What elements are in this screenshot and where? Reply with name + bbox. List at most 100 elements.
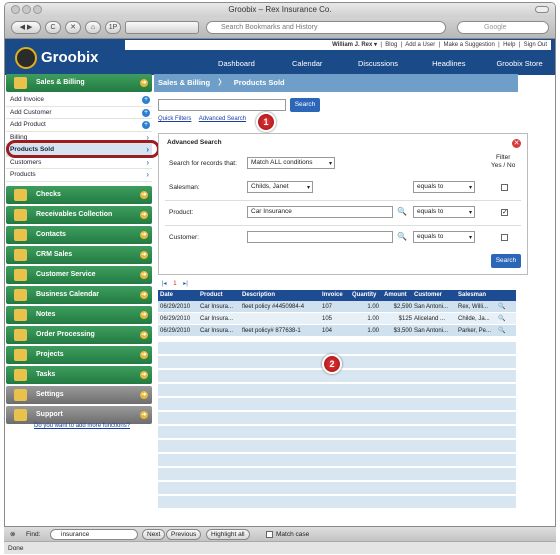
chevron-down-icon: ▾ bbox=[468, 185, 472, 191]
sidebar-projects[interactable]: Projects ➔ bbox=[6, 345, 152, 364]
user-menu[interactable]: William J. Rex ▾ bbox=[332, 42, 377, 48]
window-controls[interactable] bbox=[9, 5, 45, 15]
help-link[interactable]: Help bbox=[503, 42, 515, 48]
sign-out-link[interactable]: Sign Out bbox=[524, 42, 547, 48]
col-quantity[interactable]: Quantity bbox=[350, 290, 382, 301]
edit-icon[interactable]: 🔍 bbox=[496, 325, 506, 336]
col-customer[interactable]: Customer bbox=[412, 290, 456, 301]
nav-headlines[interactable]: Headlines bbox=[413, 53, 484, 75]
match-case-checkbox[interactable] bbox=[266, 531, 273, 538]
sidebar-checks[interactable]: Checks ➔ bbox=[6, 185, 152, 204]
add-user-link[interactable]: Add a User bbox=[405, 42, 435, 48]
col-amount[interactable]: Amount bbox=[382, 290, 412, 301]
product-operator-select[interactable]: equals to ▾ bbox=[413, 206, 475, 218]
add-more-functions-link[interactable]: Do you want to add more functions? bbox=[34, 423, 130, 429]
sidebar-customer-service[interactable]: Customer Service ➔ bbox=[6, 265, 152, 284]
product-field[interactable]: Car Insurance bbox=[247, 206, 393, 218]
title-bar: Groobix – Rex Insurance Co. bbox=[5, 3, 555, 17]
sidebar-customers[interactable]: Customers › bbox=[6, 156, 152, 169]
quick-filters-link[interactable]: Quick Filters bbox=[158, 116, 191, 122]
product-filter-checkbox[interactable]: ✓ bbox=[501, 209, 508, 216]
highlight-all-button[interactable]: Highlight all bbox=[206, 529, 250, 540]
sidebar-products[interactable]: Products › bbox=[6, 169, 152, 182]
toolbar-icons[interactable] bbox=[125, 21, 199, 34]
search-button[interactable]: Search bbox=[290, 98, 320, 112]
lookup-icon[interactable]: 🔍 bbox=[397, 207, 407, 216]
arrow-icon: ➔ bbox=[140, 190, 148, 199]
col-date[interactable]: Date bbox=[158, 290, 198, 301]
close-icon[interactable]: ✕ bbox=[512, 139, 521, 148]
breadcrumb-products-sold: Products Sold bbox=[233, 78, 285, 87]
sidebar-order-processing[interactable]: Order Processing ➔ bbox=[6, 325, 152, 344]
find-previous-button[interactable]: Previous bbox=[166, 529, 202, 540]
sidebar-settings[interactable]: Settings ➔ bbox=[6, 385, 152, 404]
table-row[interactable]: 06/29/2010 Car Insura... fleet policy #445… bbox=[158, 301, 516, 313]
col-description[interactable]: Description bbox=[240, 290, 320, 301]
groobix-logo[interactable]: Groobix bbox=[13, 45, 133, 71]
chevron-down-icon: ▾ bbox=[306, 185, 310, 191]
sidebar-add-customer[interactable]: Add Customer + bbox=[6, 106, 152, 119]
search-input[interactable] bbox=[158, 99, 286, 111]
first-page-button[interactable]: |◂ bbox=[162, 281, 167, 287]
sidebar-add-product[interactable]: Add Product + bbox=[6, 119, 152, 132]
col-product[interactable]: Product bbox=[198, 290, 240, 301]
table-row[interactable]: 06/29/2010 Car Insura... fleet policy# 877… bbox=[158, 325, 516, 337]
salesman-operator-select[interactable]: equals to ▾ bbox=[413, 181, 475, 193]
contacts-icon bbox=[14, 228, 27, 241]
customer-filter-checkbox[interactable] bbox=[501, 234, 508, 241]
crm-icon bbox=[14, 248, 27, 261]
dollar-icon bbox=[14, 77, 27, 89]
last-page-button[interactable]: ▸| bbox=[183, 281, 188, 287]
nav-calendar[interactable]: Calendar bbox=[272, 53, 343, 75]
page-number[interactable]: 1 bbox=[173, 281, 176, 287]
find-input[interactable]: insurance bbox=[50, 529, 138, 540]
salesman-label: Salesman: bbox=[169, 184, 200, 191]
suggestion-link[interactable]: Make a Suggestion bbox=[443, 42, 494, 48]
nav-store[interactable]: Groobix Store bbox=[484, 53, 555, 75]
match-conditions-select[interactable]: Match ALL conditions ▾ bbox=[247, 157, 335, 169]
google-search-field[interactable]: Google bbox=[457, 21, 549, 34]
breadcrumb-sales-billing[interactable]: Sales & Billing bbox=[158, 78, 210, 87]
callout-badge-1: 1 bbox=[256, 112, 276, 132]
sidebar-contacts[interactable]: Contacts ➔ bbox=[6, 225, 152, 244]
advanced-search-button[interactable]: Search bbox=[491, 254, 521, 268]
onepassword-button[interactable]: 1P bbox=[105, 21, 121, 34]
back-forward-buttons[interactable]: ◀ ▶ bbox=[11, 21, 41, 34]
sidebar-add-invoice[interactable]: Add Invoice + bbox=[6, 94, 152, 107]
advanced-search-link[interactable]: Advanced Search bbox=[199, 116, 246, 122]
edit-icon[interactable]: 🔍 bbox=[496, 313, 506, 324]
plus-icon[interactable]: + bbox=[142, 121, 150, 129]
address-bar[interactable]: Search Bookmarks and History bbox=[206, 21, 446, 34]
sidebar-crm-sales[interactable]: CRM Sales ➔ bbox=[6, 245, 152, 264]
find-next-button[interactable]: Next bbox=[142, 529, 166, 540]
lookup-icon[interactable]: 🔍 bbox=[397, 232, 407, 241]
salesman-select[interactable]: Childs, Janet ▾ bbox=[247, 181, 313, 193]
blog-link[interactable]: Blog bbox=[385, 42, 397, 48]
sidebar-notes[interactable]: Notes ➔ bbox=[6, 305, 152, 324]
advanced-search-title: Advanced Search bbox=[167, 139, 222, 146]
app-header: William J. Rex ▾ | Blog | Add a User | M… bbox=[5, 39, 555, 75]
salesman-filter-checkbox[interactable] bbox=[501, 184, 508, 191]
sidebar-sales-billing[interactable]: Sales & Billing ➔ bbox=[6, 74, 152, 92]
sidebar-business-calendar[interactable]: Business Calendar ➔ bbox=[6, 285, 152, 304]
customer-field[interactable] bbox=[247, 231, 393, 243]
close-icon[interactable]: ⊗ bbox=[10, 527, 15, 542]
sidebar: Sales & Billing ➔ Add Invoice + Add Custo… bbox=[6, 74, 152, 426]
col-salesman[interactable]: Salesman bbox=[456, 290, 502, 301]
table-row[interactable]: 06/29/2010 Car Insura... 105 1.00 $125 Alicel… bbox=[158, 313, 516, 325]
sidebar-tasks[interactable]: Tasks ➔ bbox=[6, 365, 152, 384]
stop-button[interactable]: ✕ bbox=[65, 21, 81, 34]
plus-icon[interactable]: + bbox=[142, 108, 150, 117]
nav-dashboard[interactable]: Dashboard bbox=[201, 53, 272, 75]
products-sold-table: Date Product Description Invoice Quantit… bbox=[158, 290, 516, 337]
edit-icon[interactable]: 🔍 bbox=[496, 301, 506, 312]
toolbar-toggle[interactable] bbox=[535, 6, 549, 13]
nav-discussions[interactable]: Discussions bbox=[343, 53, 414, 75]
plus-icon[interactable]: + bbox=[142, 96, 150, 104]
reload-button[interactable]: C bbox=[45, 21, 61, 34]
sidebar-support[interactable]: Support ➔ bbox=[6, 405, 152, 424]
col-invoice[interactable]: Invoice bbox=[320, 290, 350, 301]
customer-operator-select[interactable]: equals to ▾ bbox=[413, 231, 475, 243]
sidebar-receivables[interactable]: Receivables Collection ➔ bbox=[6, 205, 152, 224]
home-button[interactable]: ⌂ bbox=[85, 21, 101, 34]
